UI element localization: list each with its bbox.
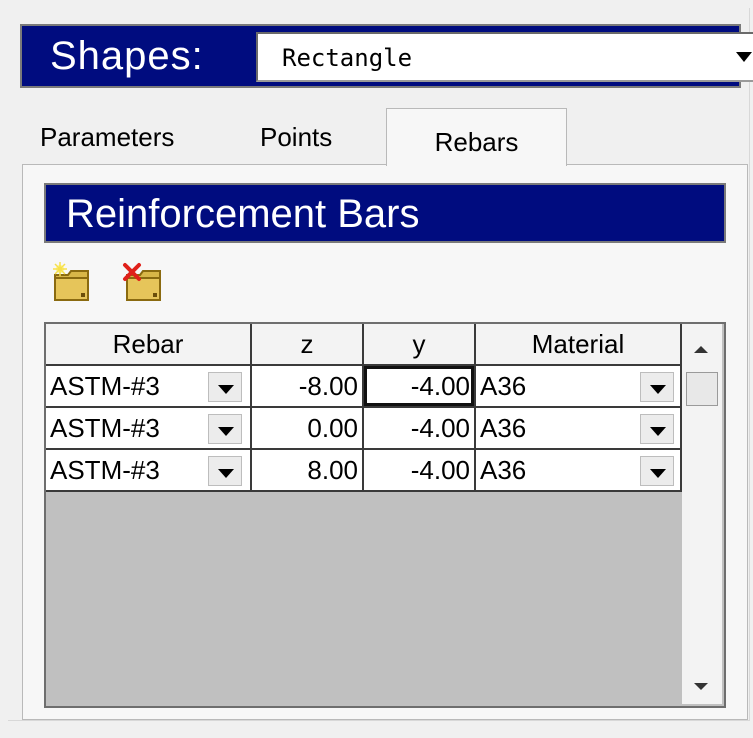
chevron-down-icon[interactable] bbox=[208, 456, 242, 486]
cell-material-value: A36 bbox=[480, 413, 527, 443]
tab-points[interactable]: Points bbox=[260, 120, 332, 154]
chevron-down-icon[interactable] bbox=[640, 414, 674, 444]
scrollbar-thumb[interactable] bbox=[686, 372, 718, 406]
cell-material-value: A36 bbox=[480, 371, 527, 401]
scroll-down-icon[interactable] bbox=[694, 683, 708, 690]
shapes-label: Shapes: bbox=[50, 34, 204, 78]
cell-rebar-value: ASTM-#3 bbox=[50, 455, 160, 485]
rebar-grid: Rebar z y Material ASTM-#3 -8.00 -4.00 A… bbox=[44, 322, 726, 708]
cell-rebar[interactable]: ASTM-#3 bbox=[46, 450, 252, 492]
cell-y[interactable]: -4.00 bbox=[364, 450, 476, 492]
chevron-down-icon[interactable] bbox=[208, 372, 242, 402]
section-title: Reinforcement Bars bbox=[66, 192, 420, 236]
cell-rebar-value: ASTM-#3 bbox=[50, 371, 160, 401]
shapes-dropdown[interactable]: Rectangle bbox=[256, 32, 753, 82]
cell-z[interactable]: 8.00 bbox=[252, 450, 364, 492]
delete-rebar-folder-icon[interactable] bbox=[122, 262, 162, 304]
chevron-down-icon[interactable] bbox=[208, 414, 242, 444]
chevron-down-icon[interactable] bbox=[736, 52, 752, 62]
cell-y[interactable]: -4.00 bbox=[364, 366, 476, 408]
cell-rebar-value: ASTM-#3 bbox=[50, 413, 160, 443]
chevron-down-icon[interactable] bbox=[640, 456, 674, 486]
cell-material[interactable]: A36 bbox=[476, 450, 682, 492]
chevron-down-icon[interactable] bbox=[640, 372, 674, 402]
column-header-z[interactable]: z bbox=[252, 324, 364, 366]
cell-rebar[interactable]: ASTM-#3 bbox=[46, 366, 252, 408]
cell-material[interactable]: A36 bbox=[476, 408, 682, 450]
cell-material-value: A36 bbox=[480, 455, 527, 485]
vertical-scrollbar[interactable] bbox=[682, 324, 722, 704]
cell-rebar[interactable]: ASTM-#3 bbox=[46, 408, 252, 450]
column-header-y[interactable]: y bbox=[364, 324, 476, 366]
column-header-rebar[interactable]: Rebar bbox=[46, 324, 252, 366]
section-title-bar: Reinforcement Bars bbox=[44, 183, 726, 243]
add-rebar-folder-icon[interactable] bbox=[52, 262, 92, 304]
shapes-header: Shapes: Rectangle bbox=[20, 24, 753, 88]
shapes-dropdown-value: Rectangle bbox=[282, 44, 413, 72]
tab-parameters[interactable]: Parameters bbox=[40, 120, 174, 154]
cell-y[interactable]: -4.00 bbox=[364, 408, 476, 450]
cell-material[interactable]: A36 bbox=[476, 366, 682, 408]
tab-rebars[interactable]: Rebars bbox=[386, 108, 567, 166]
column-header-material[interactable]: Material bbox=[476, 324, 682, 366]
scroll-up-icon[interactable] bbox=[694, 346, 708, 353]
cell-z[interactable]: -8.00 bbox=[252, 366, 364, 408]
cell-z[interactable]: 0.00 bbox=[252, 408, 364, 450]
